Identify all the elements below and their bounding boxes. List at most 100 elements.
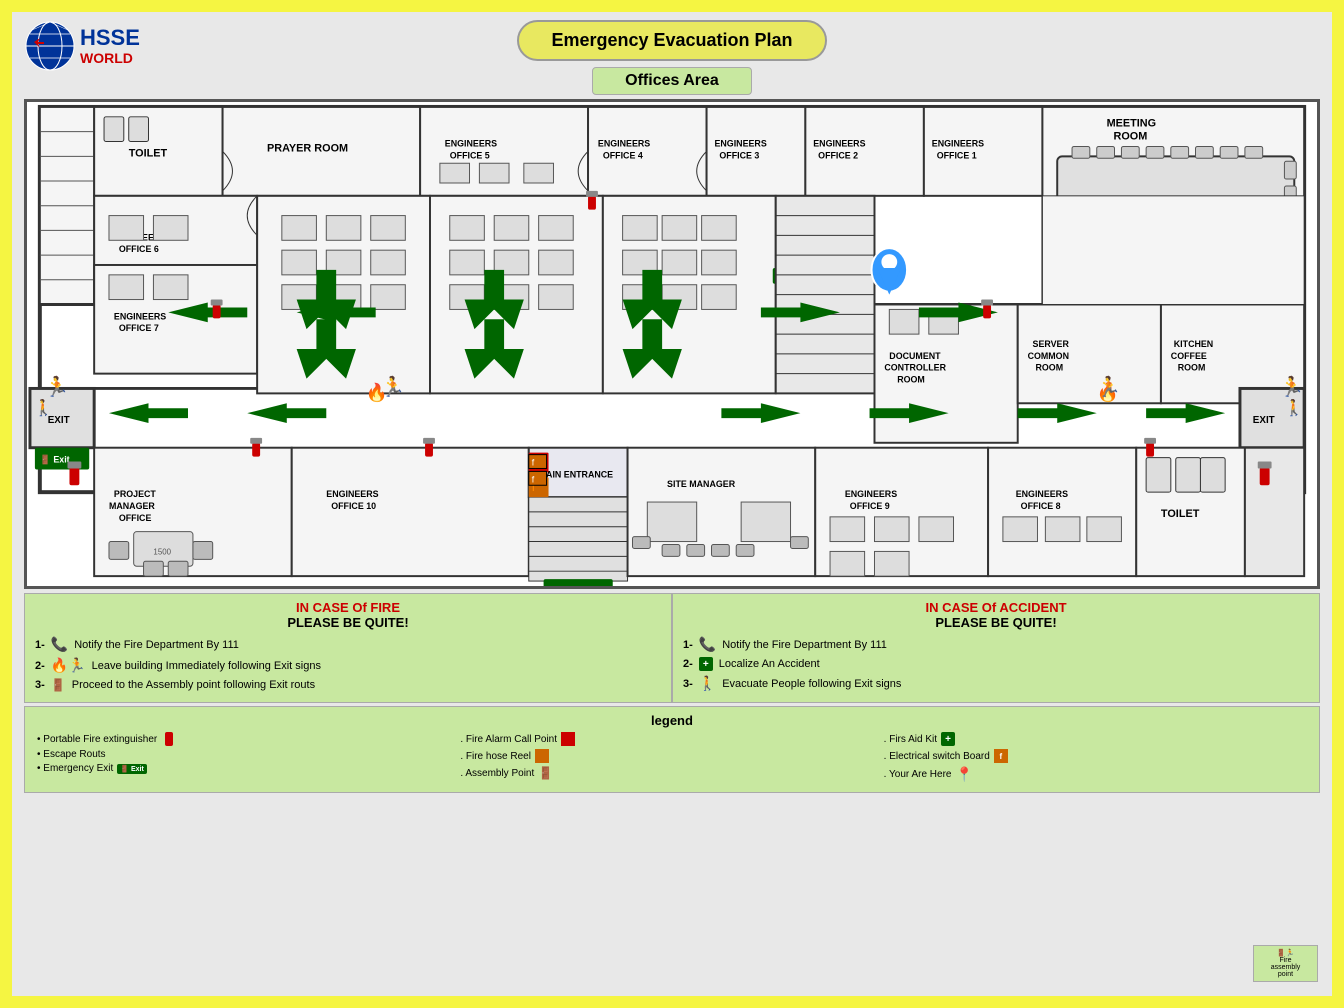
legend-assembly: . Assembly Point 🚪: [460, 766, 883, 780]
svg-text:SERVER: SERVER: [1033, 339, 1070, 349]
svg-text:OFFICE 9: OFFICE 9: [850, 501, 890, 511]
svg-text:OFFICE 10: OFFICE 10: [331, 501, 376, 511]
svg-text:🏃: 🏃: [381, 375, 406, 398]
offices-area-label: Offices Area: [592, 67, 752, 95]
svg-text:PRAYER ROOM: PRAYER ROOM: [267, 142, 348, 154]
legend-panel: legend • Portable Fire extinguisher • Es…: [24, 706, 1320, 793]
logo-text: HSSE WORLD: [80, 26, 140, 66]
svg-text:SITE MANAGER: SITE MANAGER: [667, 479, 736, 489]
svg-text:OFFICE 4: OFFICE 4: [603, 150, 643, 160]
accident-panel: IN CASE Of ACCIDENT PLEASE BE QUITE! 1- …: [672, 593, 1320, 703]
svg-text:ENGINEERS: ENGINEERS: [1016, 489, 1068, 499]
svg-text:OFFICE 5: OFFICE 5: [450, 150, 490, 160]
legend-you-here: . Your Are Here 📍: [884, 766, 1307, 783]
assembly-symbol: 🚪: [538, 766, 553, 780]
accident-item-2: 2- + Localize An Accident: [683, 657, 1309, 671]
accident-panel-subtitle: PLEASE BE QUITE!: [683, 615, 1309, 630]
legend-col-2: . Fire Alarm Call Point . Fire hose Reel…: [460, 732, 883, 783]
phone-icon-2: 📞: [699, 636, 716, 653]
floor-plan: TOILET PRAYER ROOM ENGINEERS OFFICE 5: [24, 99, 1320, 589]
legend-elec-board: . Electrical switch Board f: [884, 749, 1307, 763]
svg-text:🚶: 🚶: [34, 398, 54, 417]
svg-text:ROOM: ROOM: [1114, 131, 1148, 143]
svg-text:CONTROLLER: CONTROLLER: [884, 363, 946, 373]
legend-col-3: . Firs Aid Kit + . Electrical switch Boa…: [884, 732, 1307, 786]
floor-plan-svg: TOILET PRAYER ROOM ENGINEERS OFFICE 5: [27, 102, 1317, 586]
svg-text:ENGINEERS: ENGINEERS: [445, 138, 497, 148]
svg-text:OFFICE 3: OFFICE 3: [719, 150, 759, 160]
svg-text:MANAGER: MANAGER: [109, 501, 155, 511]
svg-text:OFFICE 2: OFFICE 2: [818, 150, 858, 160]
assembly-icon-box: 🚪🏃: [1257, 949, 1314, 957]
main-title: Emergency Evacuation Plan: [517, 20, 826, 61]
assembly-icon: 🚪: [51, 678, 66, 692]
accident-item-1: 1- 📞 Notify the Fire Department By 111: [683, 636, 1309, 653]
evacuate-icon: 🚶: [699, 675, 716, 692]
legend-fire-alarm: . Fire Alarm Call Point: [460, 732, 883, 746]
page-wrapper: HSSE WORLD Emergency Evacuation Plan Off…: [0, 0, 1344, 1008]
logo-globe-icon: [24, 20, 76, 72]
fire-panel-title: IN CASE Of FIRE: [35, 600, 661, 615]
svg-text:EXIT: EXIT: [1253, 415, 1275, 426]
fire-hose-symbol: [535, 749, 549, 763]
svg-text:OFFICE 1: OFFICE 1: [937, 150, 977, 160]
legend-col-1: • Portable Fire extinguisher • Escape Ro…: [37, 732, 460, 777]
svg-text:ROOM: ROOM: [1178, 363, 1206, 373]
svg-text:🚪 Exit: 🚪 Exit: [40, 454, 70, 465]
phone-icon: 📞: [51, 636, 68, 653]
exit-sign-legend: 🚪 Exit: [117, 764, 147, 774]
svg-text:OFFICE 8: OFFICE 8: [1021, 501, 1061, 511]
legend-fire-ext: • Portable Fire extinguisher: [37, 732, 460, 746]
svg-text:ENGINEERS: ENGINEERS: [714, 138, 766, 148]
svg-text:🏃: 🏃: [45, 375, 70, 398]
svg-text:ENGINEERS: ENGINEERS: [845, 489, 897, 499]
svg-text:COMMON: COMMON: [1028, 351, 1069, 361]
offices-area-row: Offices Area: [24, 67, 1320, 99]
svg-text:OFFICE: OFFICE: [119, 513, 152, 523]
header-row: HSSE WORLD Emergency Evacuation Plan: [24, 20, 1320, 61]
inner-wrapper: HSSE WORLD Emergency Evacuation Plan Off…: [12, 12, 1332, 996]
svg-text:DOCUMENT: DOCUMENT: [889, 351, 941, 361]
svg-text:ENGINEERS: ENGINEERS: [932, 138, 984, 148]
svg-text:ENGINEERS: ENGINEERS: [114, 311, 166, 321]
svg-text:OFFICE 6: OFFICE 6: [119, 244, 159, 254]
info-panels-row: IN CASE Of FIRE PLEASE BE QUITE! 1- 📞 No…: [24, 593, 1320, 703]
legend-escape: • Escape Routs: [37, 749, 460, 760]
svg-text:🏃: 🏃: [1279, 375, 1304, 398]
fire-item-3: 3- 🚪 Proceed to the Assembly point follo…: [35, 678, 661, 692]
fire-panel: IN CASE Of FIRE PLEASE BE QUITE! 1- 📞 No…: [24, 593, 672, 703]
legend-title: legend: [37, 713, 1307, 728]
fire-item-2: 2- 🔥🏃 Leave building Immediately followi…: [35, 657, 661, 674]
accident-panel-title: IN CASE Of ACCIDENT: [683, 600, 1309, 615]
svg-text:ENGINEERS: ENGINEERS: [598, 138, 650, 148]
svg-text:OFFICE 7: OFFICE 7: [119, 323, 159, 333]
fire-alarm-symbol: [561, 732, 575, 746]
svg-text:🏃: 🏃: [1097, 375, 1122, 398]
svg-text:🚶: 🚶: [1284, 398, 1304, 417]
fire-panel-subtitle: PLEASE BE QUITE!: [35, 615, 661, 630]
svg-text:PROJECT: PROJECT: [114, 489, 156, 499]
svg-text:ENGINEERS: ENGINEERS: [813, 138, 865, 148]
fire-ext-symbol: [165, 732, 173, 746]
svg-text:MEETING: MEETING: [1107, 118, 1156, 130]
first-aid-icon: +: [699, 657, 713, 671]
logo-area: HSSE WORLD: [24, 20, 140, 72]
svg-text:TOILET: TOILET: [129, 147, 168, 159]
svg-text:🚪 Exit: 🚪 Exit: [549, 585, 579, 586]
elec-board-legend: f: [994, 749, 1008, 763]
fire-item-1: 1- 📞 Notify the Fire Department By 111: [35, 636, 661, 653]
location-pin-legend: 📍: [955, 766, 972, 783]
svg-text:ROOM: ROOM: [897, 375, 925, 385]
legend-fire-hose: . Fire hose Reel: [460, 749, 883, 763]
first-aid-kit-legend: +: [941, 732, 955, 746]
accident-item-3: 3- 🚶 Evacuate People following Exit sign…: [683, 675, 1309, 692]
assembly-point-box: 🚪🏃 Fire assembly point: [1253, 945, 1318, 982]
exit-fire-icon: 🔥🏃: [51, 657, 86, 674]
legend-first-aid: . Firs Aid Kit +: [884, 732, 1307, 746]
legend-row: • Portable Fire extinguisher • Escape Ro…: [37, 732, 1307, 786]
svg-text:MAIN ENTRANCE: MAIN ENTRANCE: [539, 469, 614, 479]
svg-text:1500: 1500: [153, 547, 171, 556]
svg-text:KITCHEN: KITCHEN: [1174, 339, 1213, 349]
svg-text:COFFEE: COFFEE: [1171, 351, 1207, 361]
svg-text:ENGINEERS: ENGINEERS: [326, 489, 378, 499]
